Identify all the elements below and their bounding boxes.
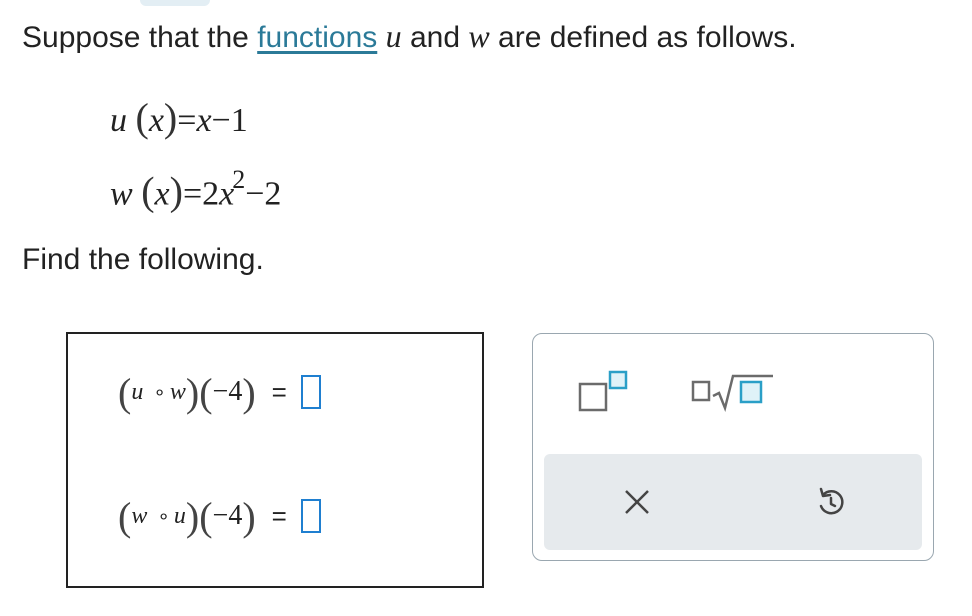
exponent-template-icon	[578, 370, 628, 412]
answer-g: w	[169, 378, 186, 405]
find-prompt: Find the following.	[22, 243, 264, 276]
big-rparen: )	[185, 369, 200, 415]
top-tab-nub	[140, 0, 210, 6]
intro-var-w: w	[468, 18, 490, 54]
undo-icon	[819, 487, 844, 515]
intro-suffix: are defined as follows.	[489, 21, 797, 54]
equation-w: w (x)=2x2−2	[110, 164, 281, 214]
eq-exponent: 2	[232, 165, 246, 194]
compose-operator: ∘	[153, 381, 166, 404]
intro-var-u: u	[385, 18, 402, 54]
eq-func-name: u	[110, 102, 127, 139]
big-rparen: )	[242, 493, 256, 539]
big-rparen: )	[242, 369, 256, 415]
answer-input-w-of-u[interactable]	[300, 499, 321, 533]
clear-x-icon	[625, 490, 649, 514]
eq-lparen: (	[141, 168, 155, 214]
eq-const: 1	[230, 102, 248, 139]
compose-operator: ∘	[157, 505, 170, 528]
square-root-button[interactable]	[688, 362, 778, 418]
eq-equals: =	[177, 102, 197, 139]
equation-u: u (x)=x−1	[110, 98, 248, 141]
eq-arg: x	[154, 175, 170, 213]
intro-and: and	[401, 21, 469, 54]
eq-rhs-var: x	[196, 102, 212, 139]
answer-arg: −4	[212, 376, 243, 407]
answer-g: u	[173, 502, 186, 529]
big-rparen: )	[185, 493, 200, 539]
eq-minus: −	[245, 175, 265, 213]
exponent-button[interactable]	[566, 362, 642, 418]
problem-intro: Suppose that the functions u and w are d…	[22, 14, 797, 60]
answer-equals: =	[271, 500, 287, 531]
eq-func-name: w	[110, 175, 133, 213]
answer-f: w	[131, 502, 148, 529]
answer-f: u	[131, 378, 144, 405]
eq-const: 2	[264, 175, 282, 213]
answer-row-u-of-w: ( u ∘ w ) ( −4 ) =	[118, 364, 321, 420]
answer-row-w-of-u: ( w ∘ u ) ( −4 ) =	[118, 488, 321, 544]
functions-link[interactable]: functions	[257, 21, 377, 54]
square-root-template-icon	[691, 374, 773, 413]
eq-minus: −	[211, 102, 231, 139]
eq-equals: =	[182, 175, 203, 213]
intro-prefix: Suppose that the	[22, 21, 258, 54]
eq-arg: x	[148, 102, 164, 139]
answer-equals: =	[271, 376, 287, 407]
answer-input-u-of-w[interactable]	[300, 375, 321, 409]
undo-button[interactable]	[796, 474, 866, 530]
answer-arg: −4	[212, 500, 243, 531]
eq-coef: 2	[202, 175, 220, 213]
clear-button[interactable]	[602, 474, 672, 530]
eq-rparen: )	[163, 95, 178, 140]
big-lparen: (	[118, 369, 132, 415]
big-lparen: (	[199, 493, 213, 539]
eq-rparen: )	[169, 168, 183, 214]
eq-lparen: (	[135, 95, 149, 140]
big-lparen: (	[199, 369, 213, 415]
big-lparen: (	[118, 493, 132, 539]
